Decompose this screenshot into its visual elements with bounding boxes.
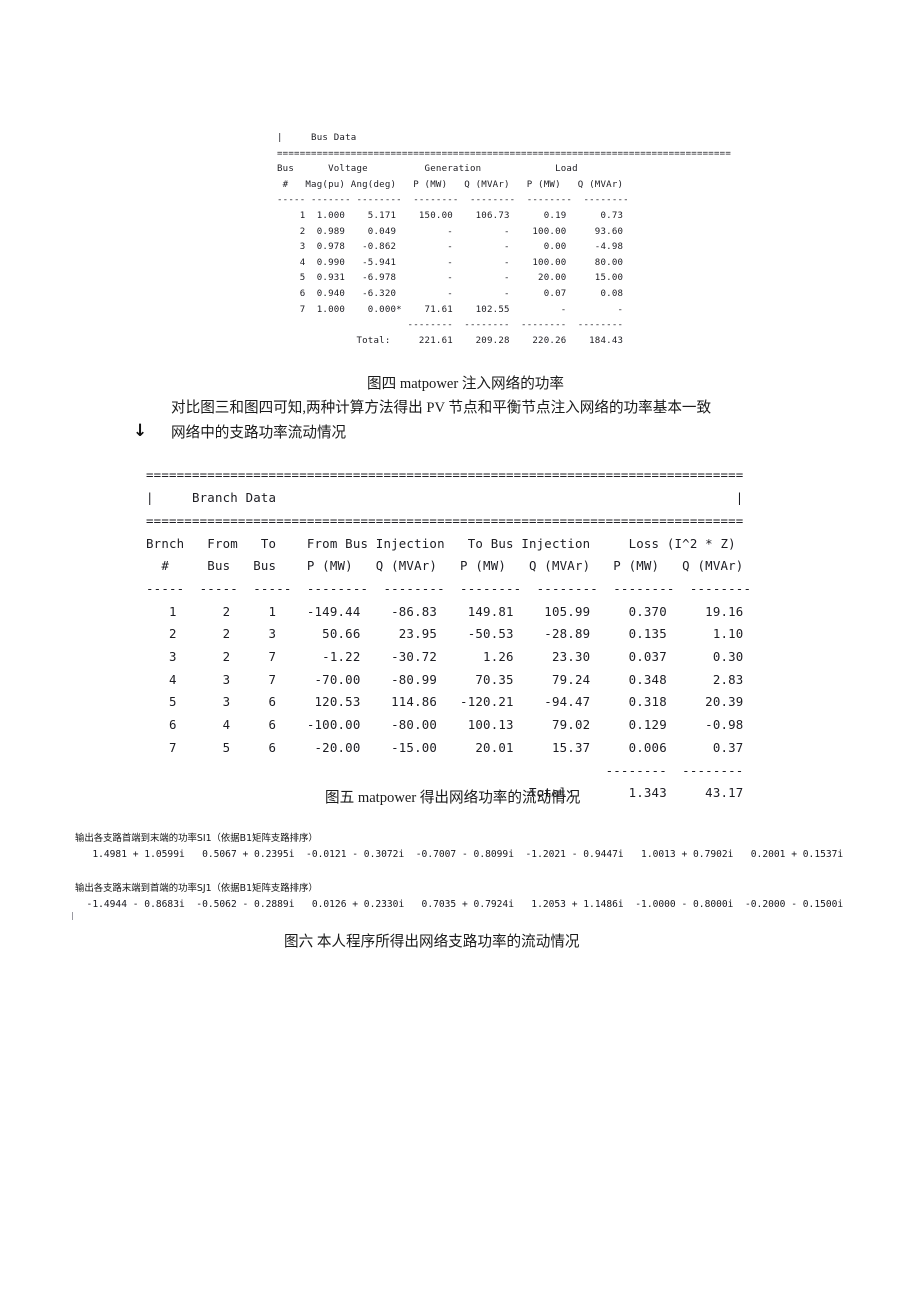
- comparison-paragraph: 对比图三和图四可知,两种计算方法得出 PV 节点和平衡节点注入网络的功率基本一致…: [171, 396, 811, 446]
- bus-data-listing: | Bus Data =============================…: [277, 133, 731, 346]
- figure-5-caption: 图五 matpower 得出网络功率的流动情况: [325, 790, 581, 806]
- down-arrow-icon: ↓: [133, 421, 148, 441]
- si1-output-values: 1.4981 + 1.0599i 0.5067 + 0.2395i -0.012…: [75, 849, 844, 860]
- text-caret: [72, 912, 73, 920]
- branch-data-listing: ========================================…: [146, 467, 752, 801]
- figure-6-caption: 图六 本人程序所得出网络支路功率的流动情况: [284, 934, 580, 950]
- sj1-output-values: -1.4944 - 0.8683i -0.5062 - 0.2889i 0.01…: [75, 899, 844, 910]
- figure-4-caption: 图四 matpower 注入网络的功率: [367, 376, 564, 392]
- sj1-output-header: 输出各支路末端到首端的功率SJ1（依据B1矩阵支路排序）: [75, 883, 318, 894]
- si1-output-header: 输出各支路首端到末端的功率SI1（依据B1矩阵支路排序）: [75, 833, 318, 844]
- comparison-line-1: 对比图三和图四可知,两种计算方法得出 PV 节点和平衡节点注入网络的功率基本一致: [171, 400, 712, 416]
- comparison-line-2: 网络中的支路功率流动情况: [171, 425, 347, 441]
